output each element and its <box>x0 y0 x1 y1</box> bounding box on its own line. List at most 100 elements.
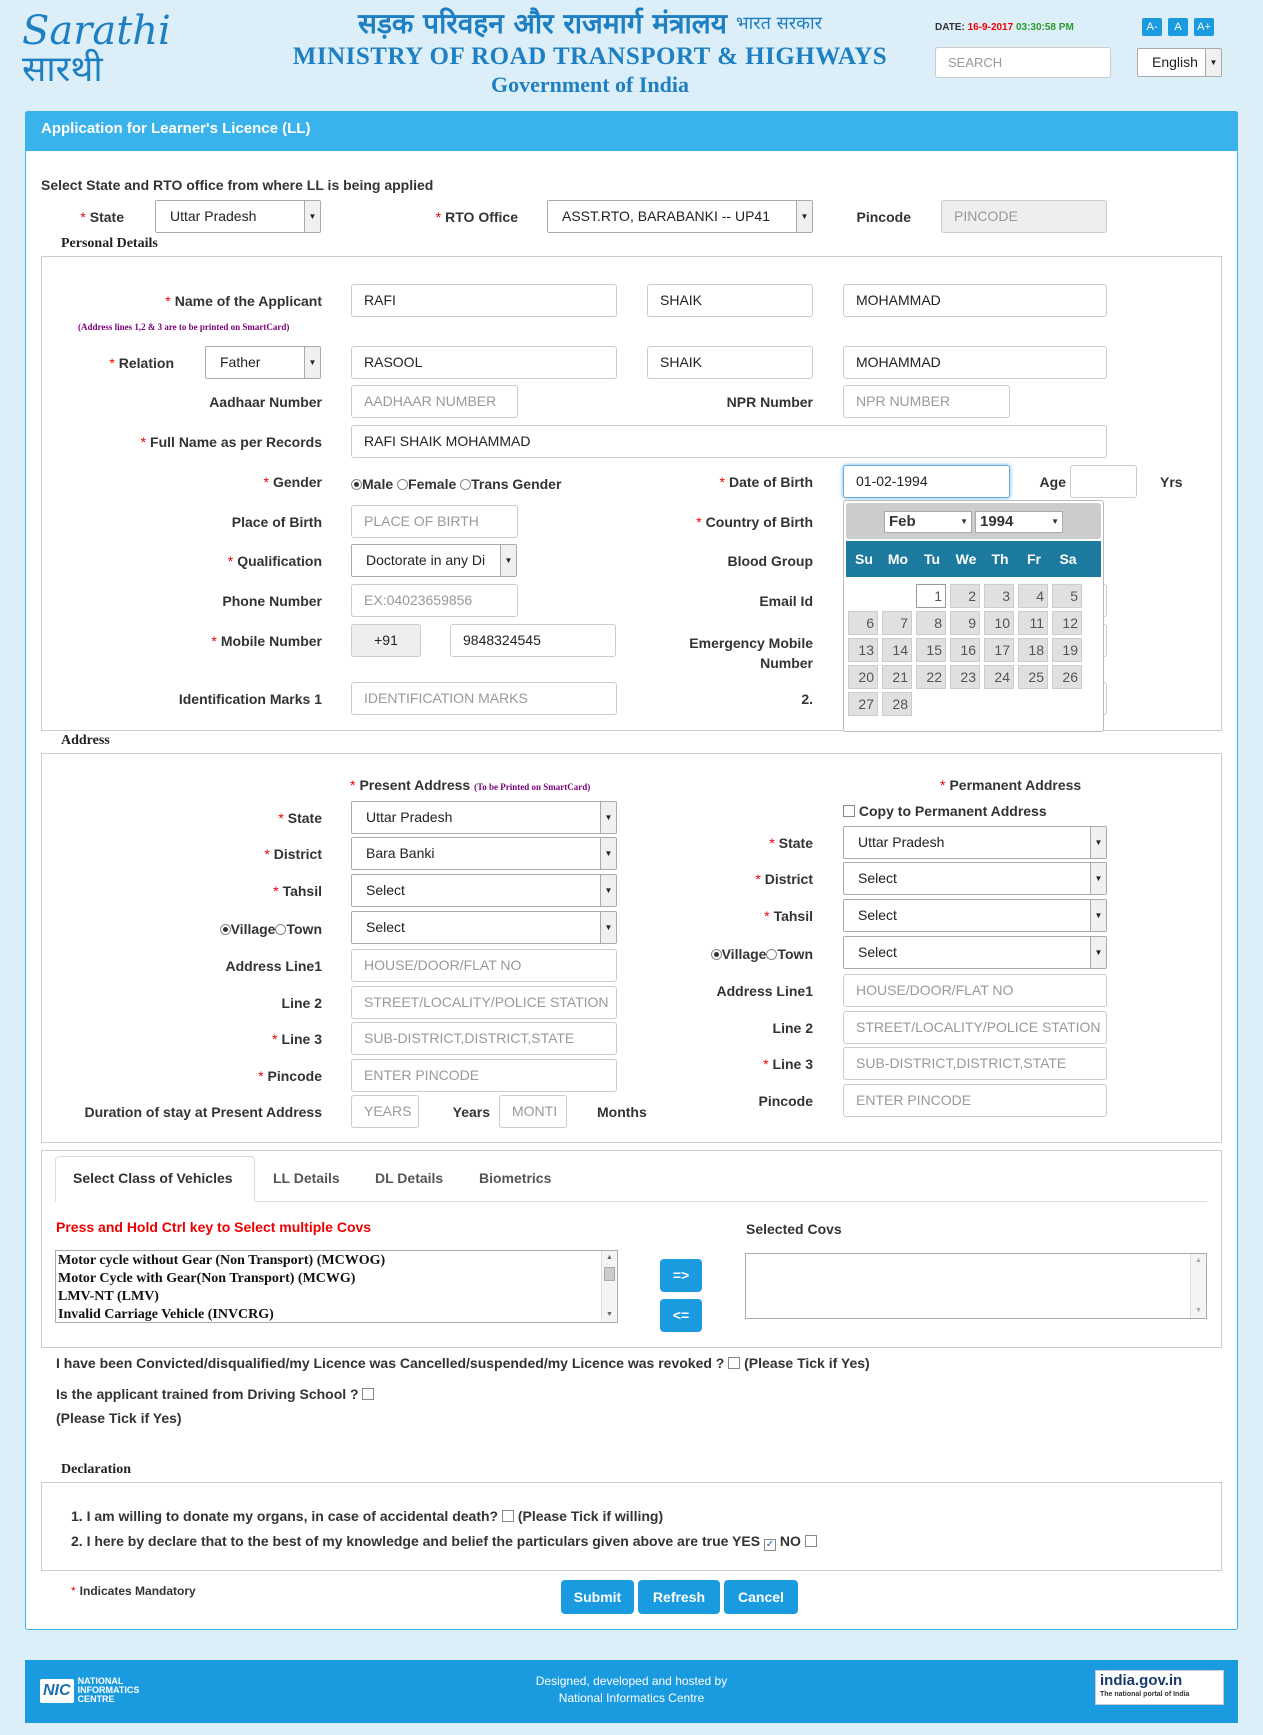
calendar-day[interactable]: 23 <box>950 665 980 689</box>
calendar-day[interactable]: 25 <box>1018 665 1048 689</box>
rto-office-select[interactable]: ASST.RTO, BARABANKI -- UP41 ▼ <box>547 200 813 233</box>
scroll-thumb[interactable] <box>604 1267 615 1281</box>
cov-option[interactable]: Invalid Carriage Vehicle (INVCRG) <box>58 1306 615 1322</box>
convicted-checkbox[interactable] <box>728 1357 741 1369</box>
gender-male-radio[interactable] <box>351 479 362 490</box>
present-pincode-input[interactable]: ENTER PINCODE <box>351 1059 617 1092</box>
driving-school-checkbox[interactable] <box>362 1388 375 1400</box>
perm-town-radio[interactable] <box>766 949 778 960</box>
gender-trans-label[interactable]: Trans Gender <box>471 476 561 492</box>
perm-tahsil-select[interactable]: Select ▼ <box>843 899 1107 932</box>
copy-checkbox[interactable] <box>843 805 855 817</box>
nic-logo[interactable]: NIC NATIONAL INFORMATICS CENTRE <box>40 1677 139 1704</box>
id-marks-input[interactable]: IDENTIFICATION MARKS <box>351 682 617 715</box>
calendar-day[interactable]: 28 <box>882 692 912 716</box>
calendar-day[interactable]: 16 <box>950 638 980 662</box>
dob-input[interactable]: 01-02-1994 <box>843 465 1010 498</box>
tab-biometrics[interactable]: Biometrics <box>479 1170 551 1186</box>
selected-covs-scrollbar[interactable]: ▲ ▼ <box>1190 1254 1206 1318</box>
present-line2-input[interactable]: STREET/LOCALITY/POLICE STATION <box>351 986 617 1019</box>
present-line3-input[interactable]: SUB-DISTRICT,DISTRICT,STATE <box>351 1022 617 1055</box>
first-name-input[interactable]: RAFI <box>351 284 617 317</box>
calendar-day[interactable]: 12 <box>1052 611 1082 635</box>
cancel-button[interactable]: Cancel <box>724 1580 798 1614</box>
perm-state-select[interactable]: Uttar Pradesh ▼ <box>843 826 1107 859</box>
calendar-day[interactable]: 10 <box>984 611 1014 635</box>
perm-district-select[interactable]: Select ▼ <box>843 862 1107 895</box>
present-line1-input[interactable]: HOUSE/DOOR/FLAT NO <box>351 949 617 982</box>
gender-male-label[interactable]: Male <box>362 476 393 492</box>
relative-last-name-input[interactable]: MOHAMMAD <box>843 346 1107 379</box>
calendar-day[interactable]: 7 <box>882 611 912 635</box>
scroll-down-icon[interactable]: ▼ <box>602 1308 617 1322</box>
font-decrease-button[interactable]: A- <box>1142 18 1162 36</box>
last-name-input[interactable]: MOHAMMAD <box>843 284 1107 317</box>
scroll-up-icon[interactable]: ▲ <box>602 1251 617 1265</box>
mobile-input[interactable]: 9848324545 <box>450 624 616 657</box>
calendar-day[interactable]: 19 <box>1052 638 1082 662</box>
relation-select[interactable]: Father ▼ <box>205 346 321 379</box>
present-district-select[interactable]: Bara Banki ▼ <box>351 837 617 870</box>
cov-listbox[interactable]: Motor cycle without Gear (Non Transport)… <box>55 1250 618 1323</box>
calendar-day[interactable]: 15 <box>916 638 946 662</box>
perm-line3-input[interactable]: SUB-DISTRICT,DISTRICT,STATE <box>843 1047 1107 1080</box>
perm-village-select[interactable]: Select ▼ <box>843 936 1107 969</box>
duration-years-input[interactable]: YEARS <box>351 1095 419 1128</box>
copy-to-permanent[interactable]: Copy to Permanent Address <box>843 803 1047 819</box>
full-name-input[interactable]: RAFI SHAIK MOHAMMAD <box>351 425 1107 458</box>
sarathi-logo[interactable]: Sarathi सारथी <box>22 8 171 102</box>
calendar-day[interactable]: 24 <box>984 665 1014 689</box>
age-input[interactable] <box>1070 465 1137 498</box>
year-select[interactable]: 1994 ▼ <box>975 511 1063 533</box>
npr-input[interactable]: NPR NUMBER <box>843 385 1010 418</box>
month-select[interactable]: Feb ▼ <box>884 511 972 533</box>
calendar-day[interactable]: 4 <box>1018 584 1048 608</box>
present-town-radio[interactable] <box>275 924 287 935</box>
tab-dl-details[interactable]: DL Details <box>375 1170 443 1186</box>
calendar-day[interactable]: 14 <box>882 638 912 662</box>
tab-ll-details[interactable]: LL Details <box>273 1170 340 1186</box>
calendar-day[interactable]: 18 <box>1018 638 1048 662</box>
declare-yes-checkbox[interactable]: ✓ <box>763 1539 776 1551</box>
phone-input[interactable]: EX:04023659856 <box>351 584 518 617</box>
aadhaar-input[interactable]: AADHAAR NUMBER <box>351 385 518 418</box>
perm-line1-input[interactable]: HOUSE/DOOR/FLAT NO <box>843 974 1107 1007</box>
perm-pincode-input[interactable]: ENTER PINCODE <box>843 1084 1107 1117</box>
search-input[interactable]: SEARCH <box>935 47 1111 78</box>
gender-female-radio[interactable] <box>397 479 409 490</box>
calendar-day[interactable]: 9 <box>950 611 980 635</box>
india-gov-logo[interactable]: india.gov.in The national portal of Indi… <box>1095 1670 1224 1705</box>
organ-donation-checkbox[interactable] <box>502 1510 514 1522</box>
middle-name-input[interactable]: SHAIK <box>647 284 813 317</box>
present-village-select[interactable]: Select ▼ <box>351 911 617 944</box>
gender-trans-radio[interactable] <box>460 479 472 490</box>
present-village-radio[interactable] <box>219 924 231 935</box>
cov-option[interactable]: Motor Cycle with Gear(Non Transport) (MC… <box>58 1270 615 1288</box>
font-increase-button[interactable]: A+ <box>1194 18 1214 36</box>
scroll-down-icon[interactable]: ▼ <box>1191 1304 1206 1318</box>
perm-village-radio[interactable] <box>710 949 722 960</box>
present-state-select[interactable]: Uttar Pradesh ▼ <box>351 801 617 834</box>
scroll-up-icon[interactable]: ▲ <box>1191 1254 1206 1268</box>
gender-female-label[interactable]: Female <box>408 476 456 492</box>
cov-option[interactable]: LMV-NT (LMV) <box>58 1288 615 1306</box>
calendar-day[interactable]: 2 <box>950 584 980 608</box>
calendar-day[interactable]: 17 <box>984 638 1014 662</box>
declare-no-checkbox[interactable] <box>804 1535 817 1547</box>
calendar-day[interactable]: 26 <box>1052 665 1082 689</box>
selected-covs-listbox[interactable]: ▲ ▼ <box>745 1253 1207 1319</box>
calendar-day[interactable]: 8 <box>916 611 946 635</box>
calendar-day[interactable]: 22 <box>916 665 946 689</box>
cov-scrollbar[interactable]: ▲ ▼ <box>601 1251 617 1322</box>
remove-cov-button[interactable]: <= <box>660 1299 702 1332</box>
pincode-input[interactable]: PINCODE <box>941 200 1107 233</box>
duration-months-input[interactable]: MONTI <box>499 1095 567 1128</box>
calendar-day[interactable]: 3 <box>984 584 1014 608</box>
tab-select-class[interactable]: Select Class of Vehicles <box>73 1170 233 1186</box>
font-normal-button[interactable]: A <box>1168 18 1188 36</box>
state-select[interactable]: Uttar Pradesh ▼ <box>155 200 321 233</box>
place-of-birth-input[interactable]: PLACE OF BIRTH <box>351 505 518 538</box>
add-cov-button[interactable]: => <box>660 1259 702 1292</box>
language-select[interactable]: English ▼ <box>1137 48 1222 77</box>
calendar-day[interactable]: 1 <box>916 584 946 608</box>
